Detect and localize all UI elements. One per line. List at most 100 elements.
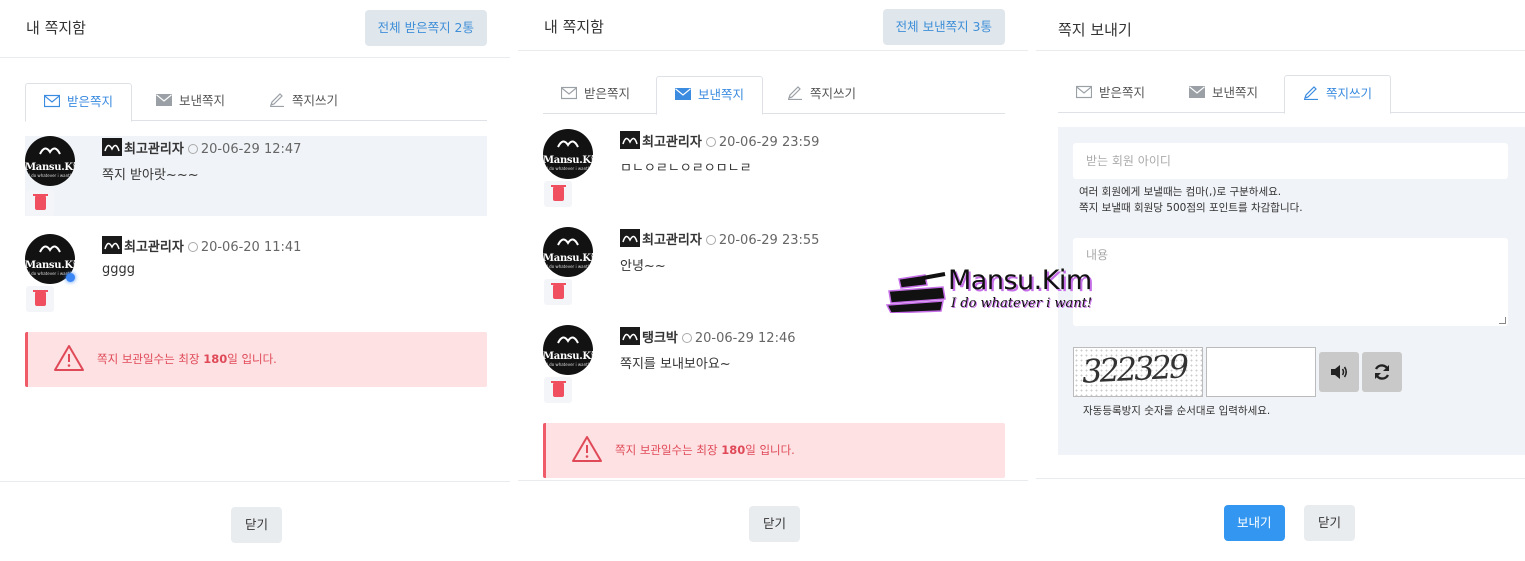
retention-notice: 쪽지 보관일수는 최장 180일 입니다. xyxy=(543,423,1005,478)
close-button[interactable]: 닫기 xyxy=(1304,505,1356,541)
inbox-panel: 내 쪽지함 전체 받은쪽지 2통 받은쪽지 보낸쪽지 쪽지쓰기 Mansu.Ki… xyxy=(0,0,510,561)
pencil-icon xyxy=(1304,86,1318,101)
envelope-icon xyxy=(1075,85,1093,99)
tab-received[interactable]: 받은쪽지 xyxy=(1058,75,1163,113)
tab-label: 보낸쪽지 xyxy=(1212,85,1259,100)
clock-icon xyxy=(705,235,716,245)
trash-icon xyxy=(551,185,566,201)
recipient-name: 탱크박 xyxy=(642,331,678,346)
tab-label: 보낸쪽지 xyxy=(698,87,745,102)
message-item[interactable]: Mansu.KimI do whatever i want! 최고관리자20-0… xyxy=(543,129,1005,209)
recipient-name: 최고관리자 xyxy=(642,233,702,248)
close-button[interactable]: 닫기 xyxy=(231,507,283,543)
delete-button[interactable] xyxy=(26,286,54,312)
tab-write[interactable]: 쪽지쓰기 xyxy=(1284,75,1392,114)
sender-name: 최고관리자 xyxy=(124,240,184,255)
tab-sent[interactable]: 보낸쪽지 xyxy=(138,83,243,121)
panel-title: 내 쪽지함 xyxy=(26,19,86,37)
captcha-reload-button[interactable] xyxy=(1362,352,1402,392)
tab-label: 보낸쪽지 xyxy=(179,93,226,108)
captcha-input[interactable] xyxy=(1206,347,1316,397)
warning-icon xyxy=(54,345,84,371)
pencil-icon xyxy=(270,93,284,108)
message-header: 최고관리자 20-06-29 12:47 xyxy=(102,138,301,157)
panel-header: 쪽지 보내기 xyxy=(1036,0,1525,51)
received-count-button[interactable]: 전체 받은쪽지 2통 xyxy=(364,10,487,46)
site-logo-watermark: Mansu.Kim I do whatever i want! xyxy=(885,265,1115,315)
watermark-subtitle: I do whatever i want! xyxy=(951,296,1093,311)
envelope-icon xyxy=(43,94,61,108)
recipient-input[interactable]: 받는 회원 아이디 xyxy=(1073,143,1508,179)
member-icon xyxy=(620,327,640,345)
member-icon xyxy=(620,229,640,247)
status-dot xyxy=(586,366,591,371)
delete-button[interactable] xyxy=(544,377,572,403)
sent-count-button[interactable]: 전체 보낸쪽지 3통 xyxy=(882,9,1005,45)
unread-dot xyxy=(66,273,75,282)
envelope-filled-icon xyxy=(1189,86,1205,98)
member-icon xyxy=(102,236,122,254)
tab-received[interactable]: 받은쪽지 xyxy=(25,83,133,122)
envelope-icon xyxy=(560,86,578,100)
tab-label: 받은쪽지 xyxy=(1099,85,1146,100)
message-header: 최고관리자 20-06-20 11:41 xyxy=(102,236,301,255)
refresh-icon xyxy=(1374,364,1390,380)
tab-label: 받은쪽지 xyxy=(67,94,114,109)
content-textarea[interactable]: 내용 xyxy=(1073,238,1508,326)
send-button[interactable]: 보내기 xyxy=(1224,505,1285,541)
warning-icon xyxy=(572,436,602,462)
tab-label: 쪽지쓰기 xyxy=(810,86,857,101)
status-dot xyxy=(586,268,591,273)
tank-icon xyxy=(885,272,946,313)
clock-icon xyxy=(681,333,692,343)
message-body[interactable]: ㅁㄴㅇㄹㄴㅇㄹㅇㅁㄴㄹ xyxy=(620,157,752,176)
message-date: 20-06-29 12:47 xyxy=(200,142,302,157)
close-button[interactable]: 닫기 xyxy=(749,506,801,542)
tab-write[interactable]: 쪽지쓰기 xyxy=(251,83,356,121)
watermark-title: Mansu.Kim xyxy=(948,265,1092,296)
tab-sent[interactable]: 보낸쪽지 xyxy=(656,76,764,115)
message-header: 최고관리자 20-06-29 23:59 xyxy=(620,131,819,150)
trash-icon xyxy=(551,283,566,299)
tab-bar: 받은쪽지 보낸쪽지 쪽지쓰기 xyxy=(1058,75,1525,114)
tab-received[interactable]: 받은쪽지 xyxy=(543,76,648,114)
envelope-filled-icon xyxy=(675,88,691,100)
tab-bar: 받은쪽지 보낸쪽지 쪽지쓰기 xyxy=(25,83,487,122)
message-item[interactable]: Mansu.KimI do whatever i want! 최고관리자20-0… xyxy=(25,136,487,216)
recipient-help: 여러 회원에게 보낼때는 컴마(,)로 구분하세요. 쪽지 보낼때 회원당 50… xyxy=(1079,186,1303,214)
member-icon xyxy=(620,131,640,149)
panel-header: 내 쪽지함 전체 보낸쪽지 3통 xyxy=(518,0,1028,51)
message-body[interactable]: 쪽지를 보내보아요~ xyxy=(620,353,731,372)
notice-text: 쪽지 보관일수는 최장 180일 입니다. xyxy=(97,352,277,366)
message-header: 탱크박 20-06-29 12:46 xyxy=(620,327,796,346)
clock-icon xyxy=(187,144,198,154)
speaker-icon xyxy=(1331,365,1348,379)
panel-header: 내 쪽지함 전체 받은쪽지 2통 xyxy=(0,0,510,58)
message-body[interactable]: 안녕~~ xyxy=(620,255,666,274)
tab-label: 쪽지쓰기 xyxy=(292,93,339,108)
message-date: 20-06-29 23:59 xyxy=(718,135,820,150)
trash-icon xyxy=(33,194,48,210)
message-item[interactable]: Mansu.KimI do whatever i want! 탱크박20-06-… xyxy=(543,325,1005,405)
panel-title: 쪽지 보내기 xyxy=(1058,21,1132,39)
status-dot xyxy=(586,170,591,175)
panel-title: 내 쪽지함 xyxy=(544,18,604,36)
resize-handle[interactable] xyxy=(1499,317,1506,324)
tab-sent[interactable]: 보낸쪽지 xyxy=(1171,75,1276,113)
delete-button[interactable] xyxy=(544,279,572,305)
clock-icon xyxy=(187,242,198,252)
tab-label: 쪽지쓰기 xyxy=(1326,86,1373,101)
message-date: 20-06-20 11:41 xyxy=(200,240,302,255)
notice-text: 쪽지 보관일수는 최장 180일 입니다. xyxy=(615,443,795,457)
delete-button[interactable] xyxy=(544,181,572,207)
tab-write[interactable]: 쪽지쓰기 xyxy=(769,76,874,114)
avatar: Mansu.KimI do whatever i want! xyxy=(25,136,75,186)
captcha-audio-button[interactable] xyxy=(1319,352,1359,392)
trash-icon xyxy=(33,290,48,306)
message-body[interactable]: gggg xyxy=(102,262,135,277)
message-body[interactable]: 쪽지 받아랏~~~ xyxy=(102,164,199,183)
panel-footer: 보내기 닫기 xyxy=(1036,478,1525,558)
message-item[interactable]: Mansu.KimI do whatever i want! 최고관리자20-0… xyxy=(25,234,487,314)
retention-notice: 쪽지 보관일수는 최장 180일 입니다. xyxy=(25,332,487,387)
delete-button[interactable] xyxy=(26,190,54,216)
